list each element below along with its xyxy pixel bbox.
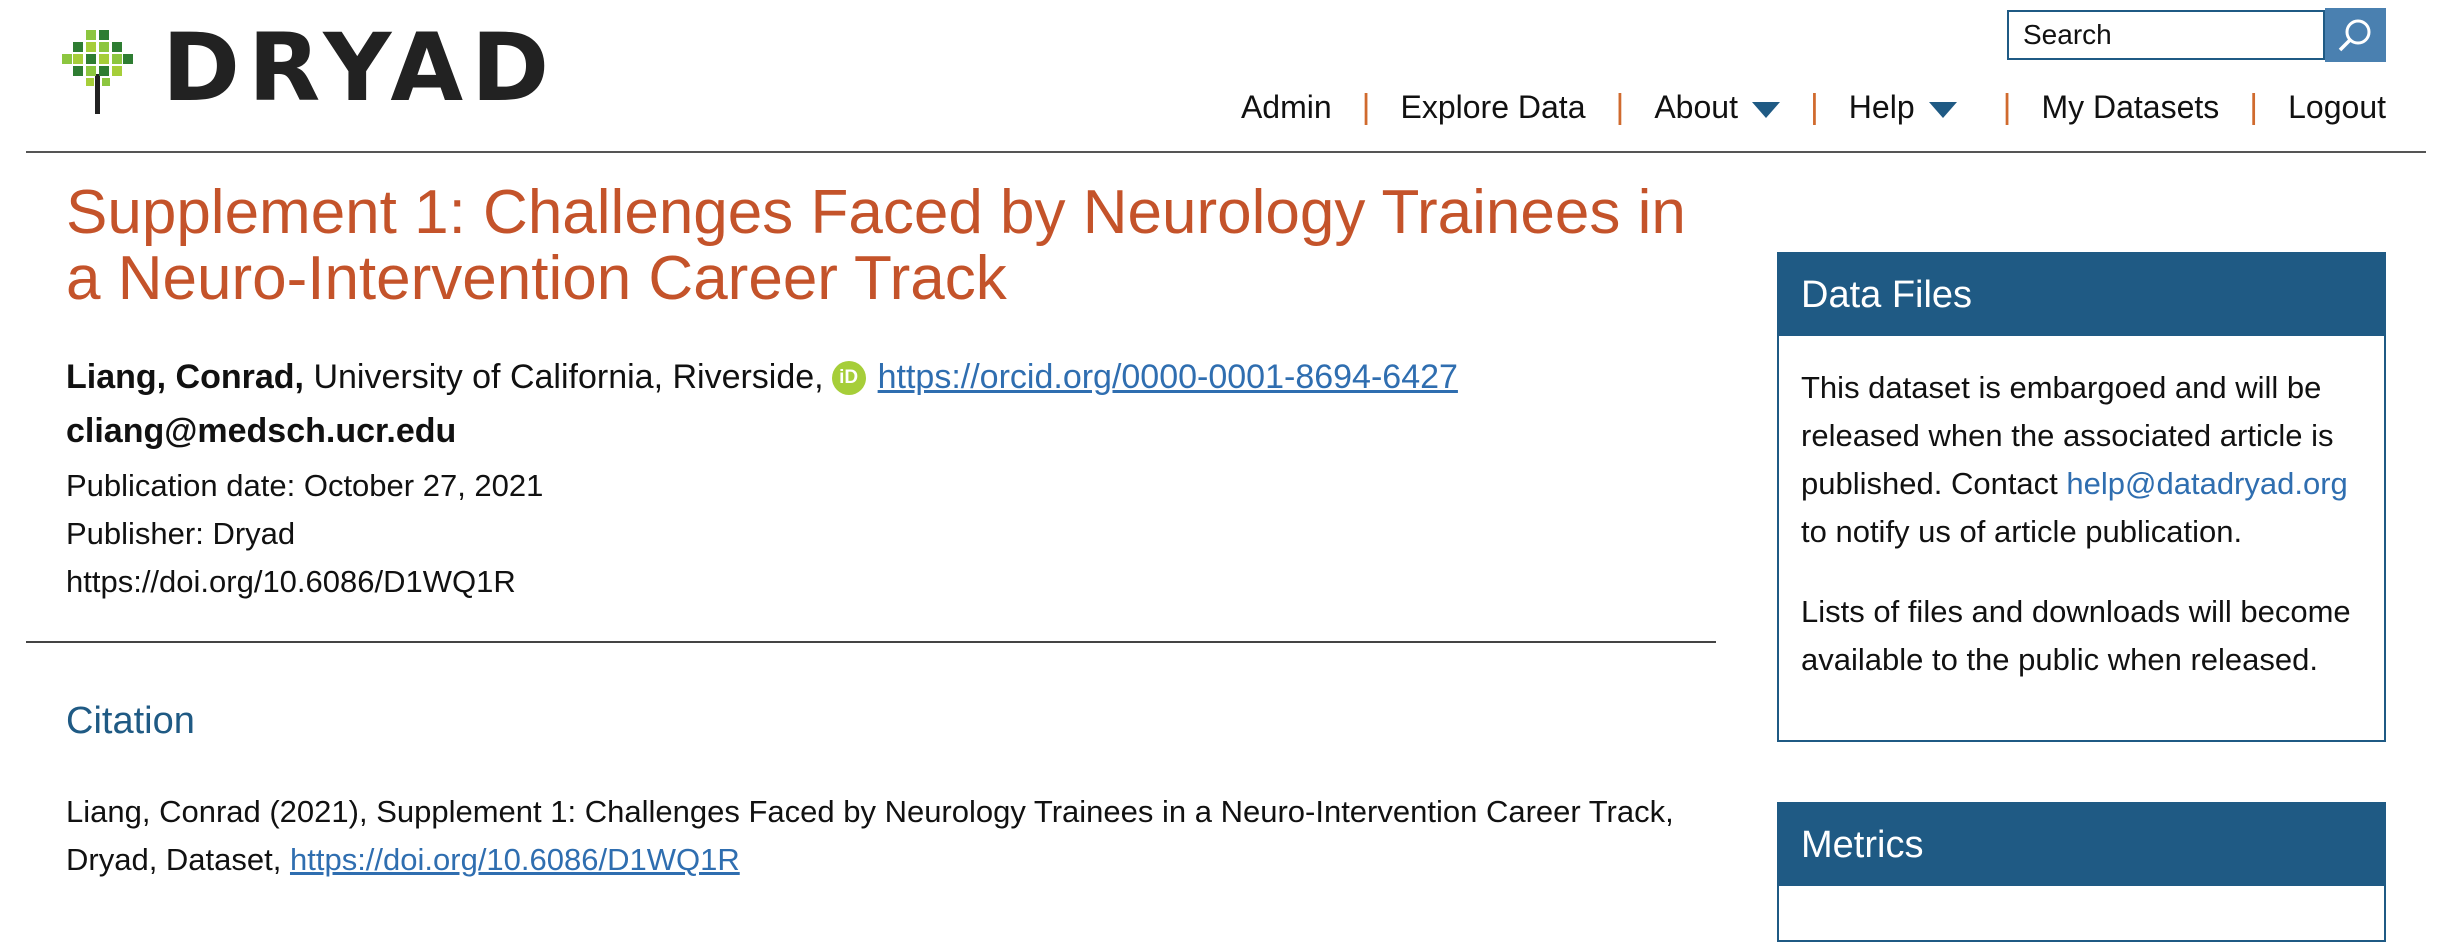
nav-separator: | <box>1615 88 1625 126</box>
data-files-panel: Data Files This dataset is embargoed and… <box>1777 252 2386 742</box>
nav-help-label: Help <box>1848 89 1915 125</box>
data-files-heading: Data Files <box>1779 254 2384 336</box>
search-input[interactable] <box>2007 10 2325 60</box>
nav-admin[interactable]: Admin <box>1211 89 1362 126</box>
search-button[interactable] <box>2325 8 2386 62</box>
dataset-title: Supplement 1: Challenges Faced by Neurol… <box>66 178 1686 313</box>
data-files-body: This dataset is embargoed and will be re… <box>1779 336 2384 684</box>
release-note: Lists of files and downloads will become… <box>1801 594 2351 677</box>
section-divider <box>26 641 1716 643</box>
logo-text: DRYAD <box>162 14 558 123</box>
embargo-notice: This dataset is embargoed and will be re… <box>1801 364 2362 556</box>
help-email-link[interactable]: help@datadryad.org <box>2066 466 2347 501</box>
citation-doi-link[interactable]: https://doi.org/10.6086/D1WQ1R <box>290 842 740 877</box>
header-divider <box>26 151 2426 153</box>
nav-my-datasets[interactable]: My Datasets <box>2011 89 2249 126</box>
nav-logout[interactable]: Logout <box>2258 89 2386 126</box>
nav-separator: | <box>2249 88 2259 126</box>
nav-separator: | <box>2002 88 2012 126</box>
tree-logo-icon <box>62 30 133 114</box>
metrics-heading: Metrics <box>1779 804 2384 886</box>
author-name: Liang, Conrad, <box>66 358 304 396</box>
search-bar <box>2007 8 2386 62</box>
nav-about-dropdown[interactable]: About <box>1624 89 1810 126</box>
publication-date: Publication date: October 27, 2021 <box>66 468 544 503</box>
main-nav: Admin | Explore Data | About | Help | My… <box>1211 88 2386 127</box>
metrics-panel: Metrics <box>1777 802 2386 942</box>
nav-separator: | <box>1361 88 1371 126</box>
author-email[interactable]: cliang@medsch.ucr.edu <box>66 412 456 451</box>
orcid-link[interactable]: https://orcid.org/0000-0001-8694-6427 <box>878 358 1458 397</box>
search-icon <box>2338 19 2370 52</box>
publisher: Publisher: Dryad <box>66 516 296 551</box>
dryad-logo[interactable]: DRYAD <box>62 22 557 116</box>
author-line: Liang, Conrad, University of California,… <box>66 358 1458 397</box>
nav-help-dropdown[interactable]: Help <box>1819 89 2003 126</box>
author-affiliation: University of California, Riverside, <box>313 358 824 396</box>
nav-separator: | <box>1809 88 1819 126</box>
chevron-down-icon <box>1751 101 1780 118</box>
nav-explore-data[interactable]: Explore Data <box>1371 89 1616 126</box>
dataset-doi: https://doi.org/10.6086/D1WQ1R <box>66 564 516 599</box>
citation-text: Liang, Conrad (2021), Supplement 1: Chal… <box>66 788 1706 884</box>
chevron-down-icon <box>1928 101 1957 118</box>
nav-about-label: About <box>1654 89 1738 125</box>
citation-heading: Citation <box>66 700 195 742</box>
orcid-icon: iD <box>831 360 866 395</box>
embargo-text-end: to notify us of article publication. <box>1801 514 2243 549</box>
